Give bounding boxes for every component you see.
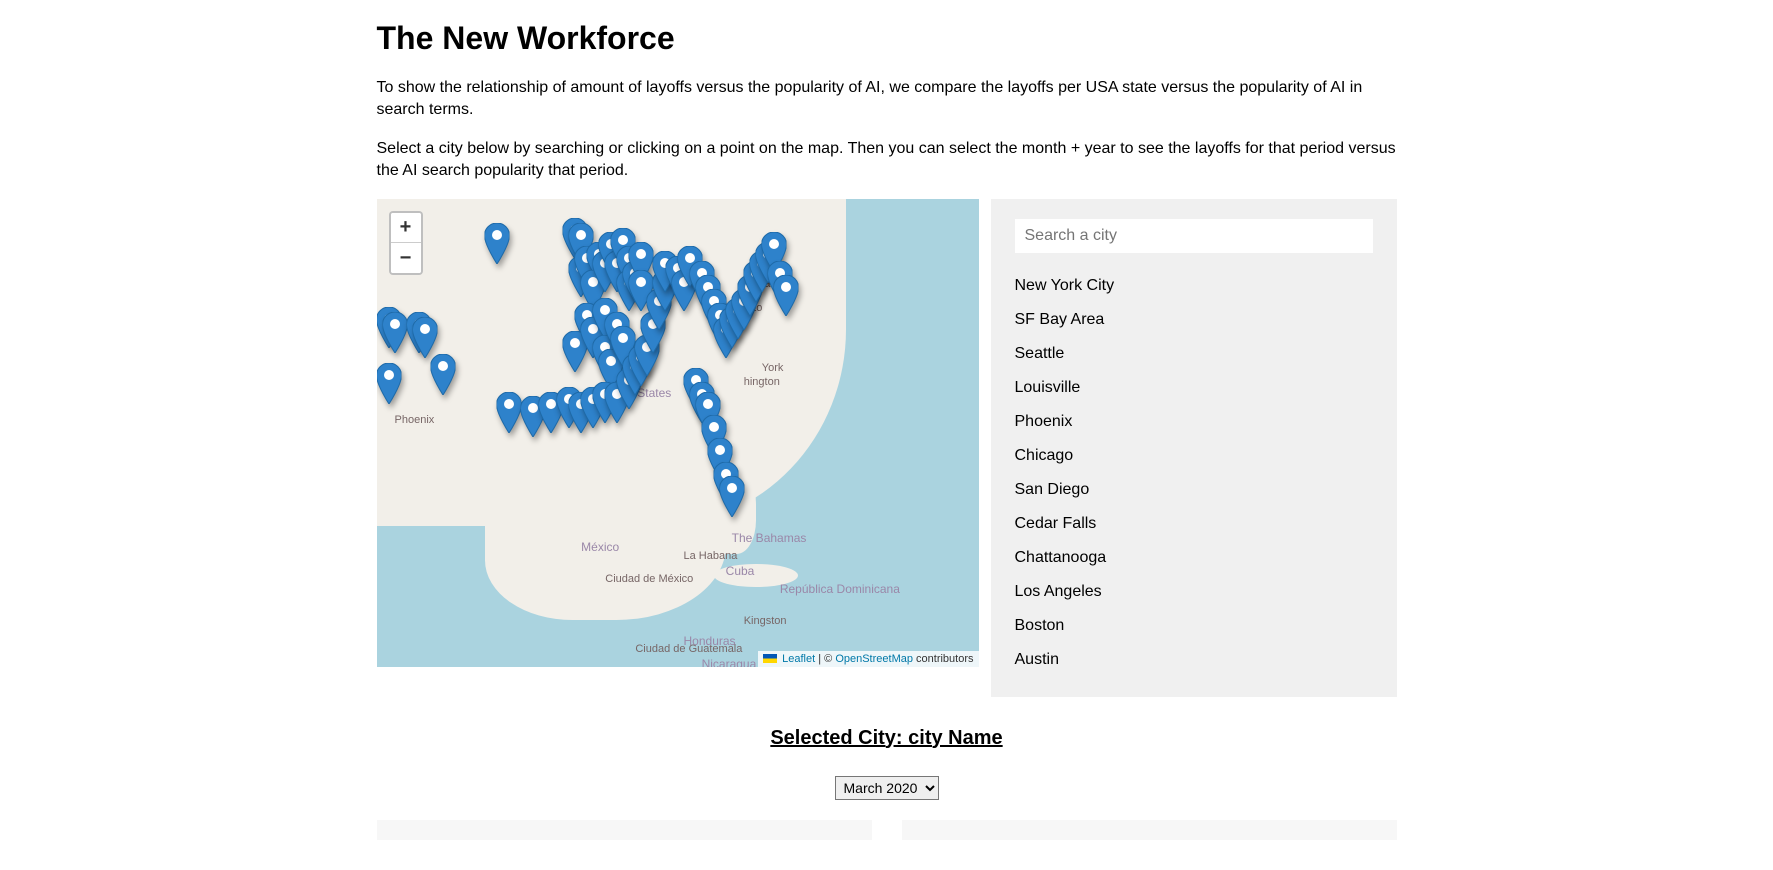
city-list: New York CitySF Bay AreaSeattleLouisvill…	[1015, 269, 1373, 677]
map-marker[interactable]	[412, 317, 437, 358]
map-marker[interactable]	[377, 363, 402, 404]
city-item[interactable]: San Diego	[1015, 473, 1373, 507]
city-item[interactable]: Austin	[1015, 643, 1373, 677]
selected-city-heading: Selected City: city Name	[377, 727, 1397, 750]
map-label: Cuba	[726, 564, 755, 578]
map-marker[interactable]	[382, 312, 407, 353]
leaflet-link[interactable]: Leaflet	[782, 653, 815, 665]
chart-right	[902, 820, 1397, 840]
map[interactable]: United StatesMéxicoOttawaTorontoYorkhing…	[377, 199, 979, 667]
chart-left	[377, 820, 872, 840]
map-zoom-controls: + −	[389, 211, 423, 275]
map-label: Kingston	[744, 615, 787, 627]
map-label: Ciudad de México	[605, 573, 693, 585]
map-marker[interactable]	[719, 476, 744, 517]
zoom-out-button[interactable]: −	[391, 243, 421, 273]
map-label: República Dominicana	[780, 582, 900, 596]
map-label: Nicaragua	[702, 657, 757, 666]
map-attribution: Leaflet | © OpenStreetMap contributors	[758, 651, 978, 667]
map-label: The Bahamas	[732, 531, 807, 545]
city-item[interactable]: Boston	[1015, 609, 1373, 643]
map-marker[interactable]	[773, 275, 798, 316]
city-item[interactable]: Cedar Falls	[1015, 507, 1373, 541]
city-item[interactable]: SF Bay Area	[1015, 303, 1373, 337]
city-item[interactable]: Chattanooga	[1015, 541, 1373, 575]
month-select[interactable]: March 2020	[835, 776, 939, 800]
map-label: Honduras	[684, 634, 736, 648]
map-marker[interactable]	[430, 354, 455, 395]
map-label: La Habana	[684, 550, 738, 562]
intro-text-1: To show the relationship of amount of la…	[377, 77, 1397, 122]
map-marker[interactable]	[484, 223, 509, 264]
ukraine-flag-icon	[763, 654, 777, 663]
intro-text-2: Select a city below by searching or clic…	[377, 138, 1397, 183]
map-label: York	[762, 362, 784, 374]
map-marker[interactable]	[496, 392, 521, 433]
zoom-in-button[interactable]: +	[391, 213, 421, 243]
map-label: Phoenix	[395, 414, 435, 426]
page-title: The New Workforce	[377, 20, 1397, 57]
search-input[interactable]	[1015, 219, 1373, 253]
city-item[interactable]: New York City	[1015, 269, 1373, 303]
city-item[interactable]: Phoenix	[1015, 405, 1373, 439]
osm-link[interactable]: OpenStreetMap	[835, 653, 913, 665]
city-item[interactable]: Los Angeles	[1015, 575, 1373, 609]
city-item[interactable]: Seattle	[1015, 337, 1373, 371]
city-item[interactable]: Louisville	[1015, 371, 1373, 405]
map-label: México	[581, 540, 619, 554]
city-sidebar: New York CitySF Bay AreaSeattleLouisvill…	[991, 199, 1397, 697]
map-label: hington	[744, 376, 780, 388]
city-item[interactable]: Chicago	[1015, 439, 1373, 473]
